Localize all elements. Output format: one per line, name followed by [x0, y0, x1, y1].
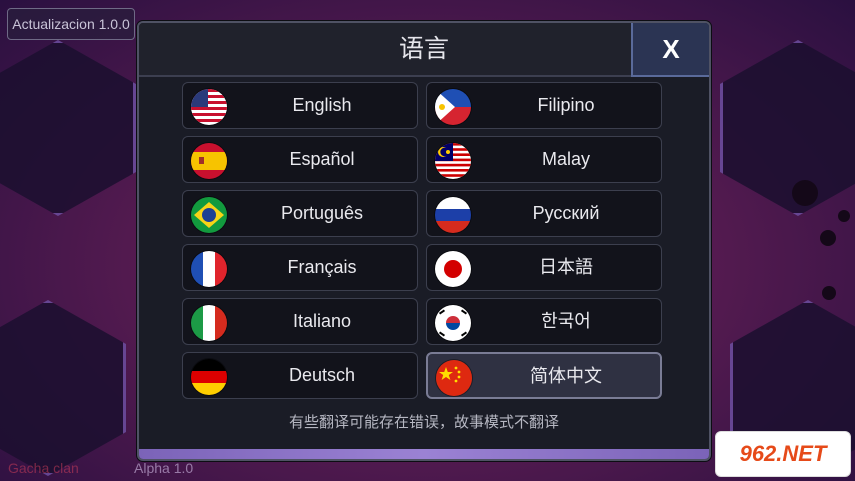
- brand-logo: Gacha clan: [8, 460, 79, 476]
- language-label: Français: [287, 257, 357, 277]
- dialog-title: 语言: [398, 34, 449, 63]
- background-dot: [820, 230, 836, 246]
- background-dot: [822, 286, 836, 300]
- watermark-logo: 962.NET: [715, 431, 851, 477]
- japan-flag-icon: [435, 251, 471, 287]
- france-flag-icon: [191, 251, 227, 287]
- language-option-deutsch[interactable]: Deutsch: [182, 352, 418, 399]
- language-option-korean[interactable]: 한국어: [426, 298, 662, 345]
- russia-flag-icon: [435, 197, 471, 233]
- language-label: Español: [289, 149, 355, 169]
- alpha-version-label: Alpha 1.0: [134, 460, 194, 476]
- brazil-flag-icon: [191, 197, 227, 233]
- version-label: Actualizacion 1.0.0: [7, 8, 135, 40]
- language-label: Italiano: [292, 311, 352, 331]
- language-option-russian[interactable]: Русский: [426, 190, 662, 237]
- language-option-english[interactable]: English: [182, 82, 418, 129]
- language-dialog: 语言 X English Filipino Español Malay Port…: [137, 21, 711, 461]
- language-label: Deutsch: [288, 365, 356, 385]
- malaysia-flag-icon: [435, 143, 471, 179]
- language-option-japanese[interactable]: 日本語: [426, 244, 662, 291]
- language-option-francais[interactable]: Français: [182, 244, 418, 291]
- italy-flag-icon: [191, 305, 227, 341]
- philippines-flag-icon: [435, 89, 471, 125]
- language-label: Malay: [541, 149, 590, 169]
- background-hexagon: [0, 300, 126, 476]
- language-label: English: [292, 95, 352, 115]
- china-flag-icon: [436, 360, 472, 396]
- language-label: Português: [280, 203, 364, 223]
- language-label: 日本語: [539, 257, 593, 277]
- language-option-portugues[interactable]: Português: [182, 190, 418, 237]
- language-label: Русский: [532, 203, 600, 223]
- language-label: 한국어: [541, 311, 591, 331]
- background-hexagon: [720, 40, 855, 216]
- language-option-filipino[interactable]: Filipino: [426, 82, 662, 129]
- spain-flag-icon: [191, 143, 227, 179]
- background-dot: [792, 180, 818, 206]
- language-label: 简体中文: [530, 366, 602, 386]
- language-label: Filipino: [537, 95, 595, 115]
- us-flag-icon: [191, 89, 227, 125]
- language-option-italiano[interactable]: Italiano: [182, 298, 418, 345]
- close-button[interactable]: X: [631, 23, 709, 77]
- language-option-simplified-chinese[interactable]: 简体中文: [426, 352, 662, 399]
- language-option-malay[interactable]: Malay: [426, 136, 662, 183]
- background-hexagon: [0, 40, 136, 216]
- korea-flag-icon: [435, 305, 471, 341]
- dialog-footer-bar: [139, 449, 709, 459]
- germany-flag-icon: [191, 359, 227, 395]
- background-dot: [838, 210, 850, 222]
- language-option-espanol[interactable]: Español: [182, 136, 418, 183]
- translation-notice: 有些翻译可能存在错误，故事模式不翻译: [288, 413, 559, 431]
